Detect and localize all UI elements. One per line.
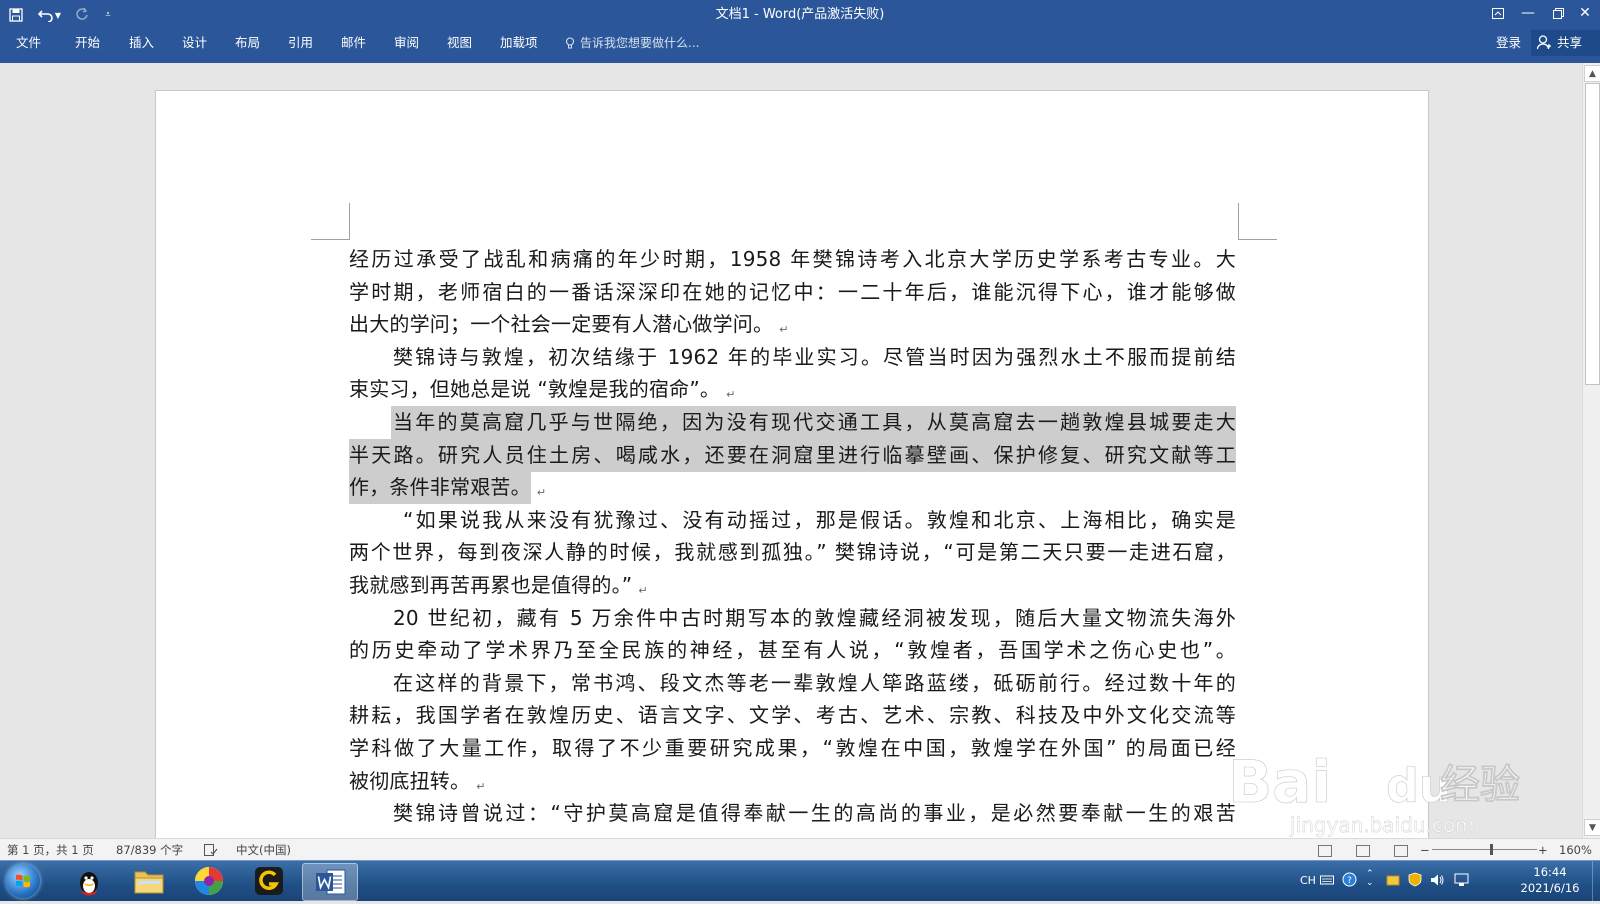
read-mode-icon[interactable] [1318, 845, 1332, 857]
print-layout-icon[interactable] [1356, 845, 1370, 857]
paragraph-mark-icon: ↵ [638, 584, 648, 597]
document-canvas[interactable]: 经历过承受了战乱和病痛的年少时期，1958 年樊锦诗考入北京大学历史学系考古专业… [0, 63, 1582, 838]
taskbar-word-icon[interactable] [302, 863, 358, 901]
network-icon[interactable] [1454, 873, 1469, 887]
paragraph-line[interactable]: 学时期，老师宿白的一番话深深印在她的记忆中：一二十年后，谁能沉得下心，谁才能够做 [349, 276, 1236, 309]
paragraph-line[interactable]: 束实习，但她总是说 “敦煌是我的宿命”。 ↵ [349, 373, 1236, 406]
margin-crop-mark-left [311, 203, 350, 240]
notification-folder-icon[interactable] [1386, 873, 1400, 887]
start-button[interactable] [6, 864, 40, 898]
word-count[interactable]: 87/839 个字 [116, 839, 183, 861]
close-icon[interactable]: ✕ [1570, 0, 1600, 26]
tab-references[interactable]: 引用 [288, 30, 313, 63]
tab-file[interactable]: 文件 [16, 30, 41, 63]
zoom-in-button[interactable]: + [1538, 839, 1548, 861]
show-desktop-button[interactable] [1592, 861, 1600, 901]
tab-mailings[interactable]: 邮件 [341, 30, 366, 63]
web-layout-icon[interactable] [1394, 845, 1408, 857]
paragraph-mark-icon: ↵ [779, 323, 789, 337]
paragraph-line[interactable]: 樊锦诗与敦煌，初次结缘于 1962 年的毕业实习。尽管当时因为强烈水土不服而提前… [349, 341, 1236, 374]
login-button[interactable]: 登录 [1496, 30, 1521, 56]
paragraph-line[interactable]: “如果说我从来没有犹豫过、没有动摇过，那是假话。敦煌和北京、上海相比，确实是 [349, 504, 1236, 537]
tab-review[interactable]: 审阅 [394, 30, 419, 63]
tab-layout[interactable]: 布局 [235, 30, 260, 63]
tab-addins[interactable]: 加载项 [500, 30, 538, 63]
paragraph-line[interactable]: 半天路。研究人员住土房、喝咸水，还要在洞窟里进行临摹壁画、保护修复、研究文献等工 [349, 438, 1236, 472]
window-title: 文档1 - Word(产品激活失败) [715, 7, 885, 22]
scroll-down-arrow-icon[interactable]: ▼ [1584, 819, 1600, 836]
vertical-scrollbar[interactable]: ▲ ▼ [1582, 63, 1600, 838]
clock-time: 16:44 [1533, 865, 1567, 879]
tab-home[interactable]: 开始 [75, 30, 100, 63]
ribbon-tabs: 文件 开始 插入 设计 布局 引用 邮件 审阅 视图 加载项 告诉我您想要做什么… [0, 30, 1600, 63]
paragraph-line[interactable]: 作，条件非常艰苦。 ↵ [349, 471, 1236, 505]
taskbar-qq-icon[interactable] [62, 863, 116, 899]
zoom-slider-thumb[interactable] [1490, 844, 1493, 855]
paragraph-line[interactable]: 耕耘，我国学者在敦煌历史、语言文字、文学、考古、艺术、宗教、科技及中外文化交流等 [349, 699, 1236, 732]
keyboard-icon[interactable] [1320, 873, 1334, 887]
paragraph-line[interactable]: 学科做了大量工作，取得了不少重要研究成果，“敦煌在中国，敦煌学在外国” 的局面已… [349, 732, 1236, 765]
paragraph-mark-icon: ↵ [476, 779, 486, 793]
paragraph-line[interactable]: 20 世纪初，藏有 5 万余件中古时期写本的敦煌藏经洞被发现，随后大量文物流失海… [349, 602, 1236, 635]
clock-date: 2021/6/16 [1520, 881, 1580, 895]
input-language[interactable]: CH [1300, 874, 1316, 887]
minimize-icon[interactable]: — [1513, 0, 1543, 26]
share-label: 共享 [1557, 35, 1583, 50]
zoom-level[interactable]: 160% [1559, 839, 1592, 861]
paragraph-line[interactable]: 我就感到再苦再累也是值得的。” ↵ [349, 569, 1236, 602]
user-icon [1537, 35, 1551, 50]
paragraph-line[interactable]: 的历史牵动了学术界乃至全民族的神经，甚至有人说，“敦煌者，吾国学术之伤心史也”。 [349, 634, 1236, 667]
tell-me-search[interactable]: 告诉我您想要做什么... [565, 30, 699, 63]
language-indicator[interactable]: 中文(中国) [236, 839, 291, 861]
paragraph-line[interactable]: 当年的莫高窟几乎与世隔绝，因为没有现代交通工具，从莫高窟去一趟敦煌县城要走大 [349, 406, 1236, 439]
taskbar: CH ? ⌃ ⌄ 16:44 2021/6/16 [0, 860, 1600, 901]
taskbar-color-app-icon[interactable] [182, 863, 236, 899]
scroll-up-arrow-icon[interactable]: ▲ [1584, 65, 1600, 82]
share-button[interactable]: 共享 [1531, 30, 1600, 56]
paragraph-line[interactable]: 在这样的背景下，常书鸿、段文杰等老一辈敦煌人筚路蓝缕，砥砺前行。经过数十年的 [349, 667, 1236, 700]
line-text: 束实习，但她总是说 “敦煌是我的宿命”。 [349, 377, 721, 402]
title-bar: ▼ ⩡ 文档1 - Word(产品激活失败) — ✕ [0, 0, 1600, 30]
paragraph-line[interactable]: 两个世界，每到夜深人静的时候，我就感到孤独。” 樊锦诗说，“可是第二天只要一走进… [349, 536, 1236, 569]
windows-logo-icon [16, 874, 30, 888]
paragraph-line[interactable]: 被彻底扭转。 ↵ [349, 765, 1236, 798]
lightbulb-icon [565, 37, 575, 49]
margin-crop-mark-right [1238, 203, 1277, 240]
line-text: 出大的学问；一个社会一定要有人潜心做学问。 [349, 312, 774, 337]
scroll-thumb[interactable] [1585, 83, 1600, 385]
svg-text:?: ? [1347, 876, 1352, 886]
help-icon[interactable]: ? [1342, 872, 1357, 887]
taskbar-clock[interactable]: 16:44 2021/6/16 [1510, 864, 1590, 896]
ribbon-display-options-icon[interactable] [1483, 0, 1513, 26]
proofing-icon[interactable] [204, 839, 218, 861]
document-page[interactable]: 经历过承受了战乱和病痛的年少时期，1958 年樊锦诗考入北京大学历史学系考古专业… [155, 90, 1429, 838]
security-shield-icon[interactable] [1408, 872, 1422, 887]
line-text: 被彻底扭转。 [349, 768, 471, 793]
taskbar-g-app-icon[interactable] [242, 863, 296, 899]
paragraph-mark-icon: ↵ [726, 388, 736, 402]
page-count[interactable]: 第 1 页，共 1 页 [7, 839, 94, 861]
line-text: 作，条件非常艰苦。 [349, 471, 531, 505]
restore-icon[interactable] [1543, 0, 1573, 26]
line-text: 我就感到再苦再累也是值得的。” [349, 573, 633, 597]
paragraph-line[interactable]: 经历过承受了战乱和病痛的年少时期，1958 年樊锦诗考入北京大学历史学系考古专业… [349, 243, 1236, 276]
paragraph-mark-icon: ↵ [536, 486, 547, 500]
tell-me-label: 告诉我您想要做什么... [580, 36, 700, 50]
taskbar-file-explorer-icon[interactable] [122, 863, 176, 899]
tab-view[interactable]: 视图 [447, 30, 472, 63]
tab-design[interactable]: 设计 [182, 30, 207, 63]
tab-insert[interactable]: 插入 [129, 30, 154, 63]
tray-expand-icon[interactable]: ⌃ ⌄ [1366, 870, 1374, 888]
status-bar: 第 1 页，共 1 页 87/839 个字 中文(中国) − + 160% [0, 838, 1600, 861]
zoom-out-button[interactable]: − [1420, 839, 1430, 861]
zoom-slider-track[interactable] [1432, 849, 1537, 850]
paragraph-line[interactable]: 出大的学问；一个社会一定要有人潜心做学问。 ↵ [349, 308, 1236, 341]
volume-icon[interactable] [1430, 873, 1445, 887]
paragraph-line[interactable]: 樊锦诗曾说过：“守护莫高窟是值得奉献一生的高尚的事业，是必然要奉献一生的艰苦 [349, 797, 1236, 830]
